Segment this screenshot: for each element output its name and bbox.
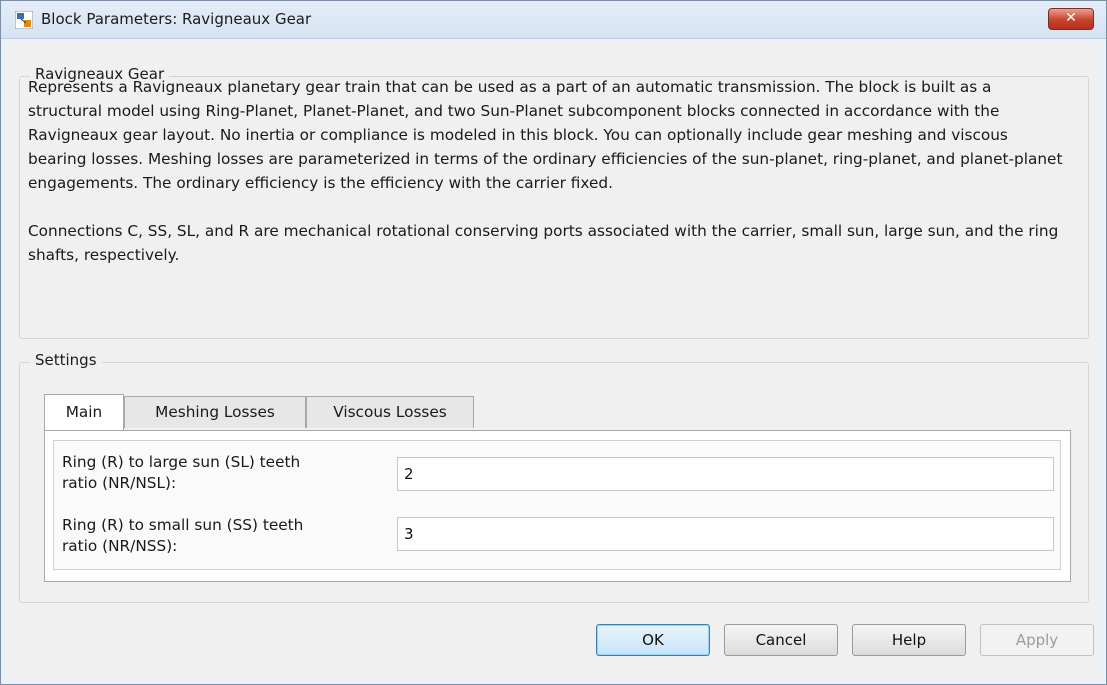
- block-parameters-dialog: Block Parameters: Ravigneaux Gear ✕ Ravi…: [0, 0, 1107, 685]
- label-line: Ring (R) to small sun (SS) teeth: [62, 516, 304, 534]
- close-icon[interactable]: ✕: [1065, 10, 1077, 26]
- simulink-block-icon: [15, 11, 33, 29]
- parameters-panel: Ring (R) to large sun (SL) teeth ratio (…: [53, 440, 1061, 570]
- label-line: Ring (R) to large sun (SL) teeth: [62, 453, 301, 471]
- block-description: Represents a Ravigneaux planetary gear t…: [28, 75, 1068, 291]
- label-line: ratio (NR/NSS):: [62, 537, 178, 555]
- main-tab-panel: Ring (R) to large sun (SL) teeth ratio (…: [44, 430, 1071, 582]
- ok-button[interactable]: OK: [596, 624, 710, 656]
- tab-viscous-losses[interactable]: Viscous Losses: [306, 396, 474, 428]
- apply-button-label: Apply: [1015, 631, 1059, 649]
- small-sun-ratio-input[interactable]: [397, 517, 1054, 551]
- settings-group-legend: Settings: [30, 351, 102, 369]
- tab-meshing-losses-label: Meshing Losses: [155, 403, 275, 421]
- large-sun-ratio-label: Ring (R) to large sun (SL) teeth ratio (…: [62, 452, 382, 494]
- help-button[interactable]: Help: [852, 624, 966, 656]
- title-bar[interactable]: Block Parameters: Ravigneaux Gear ✕: [1, 1, 1106, 39]
- cancel-button[interactable]: Cancel: [724, 624, 838, 656]
- description-paragraph: Represents a Ravigneaux planetary gear t…: [28, 78, 1063, 192]
- tab-main[interactable]: Main: [44, 394, 124, 430]
- label-line: ratio (NR/NSL):: [62, 474, 177, 492]
- tab-viscous-losses-label: Viscous Losses: [333, 403, 447, 421]
- close-button[interactable]: ✕: [1048, 8, 1094, 30]
- cancel-button-label: Cancel: [755, 631, 807, 649]
- large-sun-ratio-input[interactable]: [397, 457, 1054, 491]
- window-title: Block Parameters: Ravigneaux Gear: [41, 10, 312, 28]
- tab-main-label: Main: [65, 403, 103, 421]
- small-sun-ratio-label: Ring (R) to small sun (SS) teeth ratio (…: [62, 515, 382, 557]
- tab-meshing-losses[interactable]: Meshing Losses: [124, 396, 306, 428]
- help-button-label: Help: [891, 631, 927, 649]
- description-paragraph: Connections C, SS, SL, and R are mechani…: [28, 222, 1059, 264]
- dialog-content: Ravigneaux Gear Represents a Ravigneaux …: [8, 41, 1100, 679]
- apply-button: Apply: [980, 624, 1094, 656]
- ok-button-label: OK: [642, 631, 664, 649]
